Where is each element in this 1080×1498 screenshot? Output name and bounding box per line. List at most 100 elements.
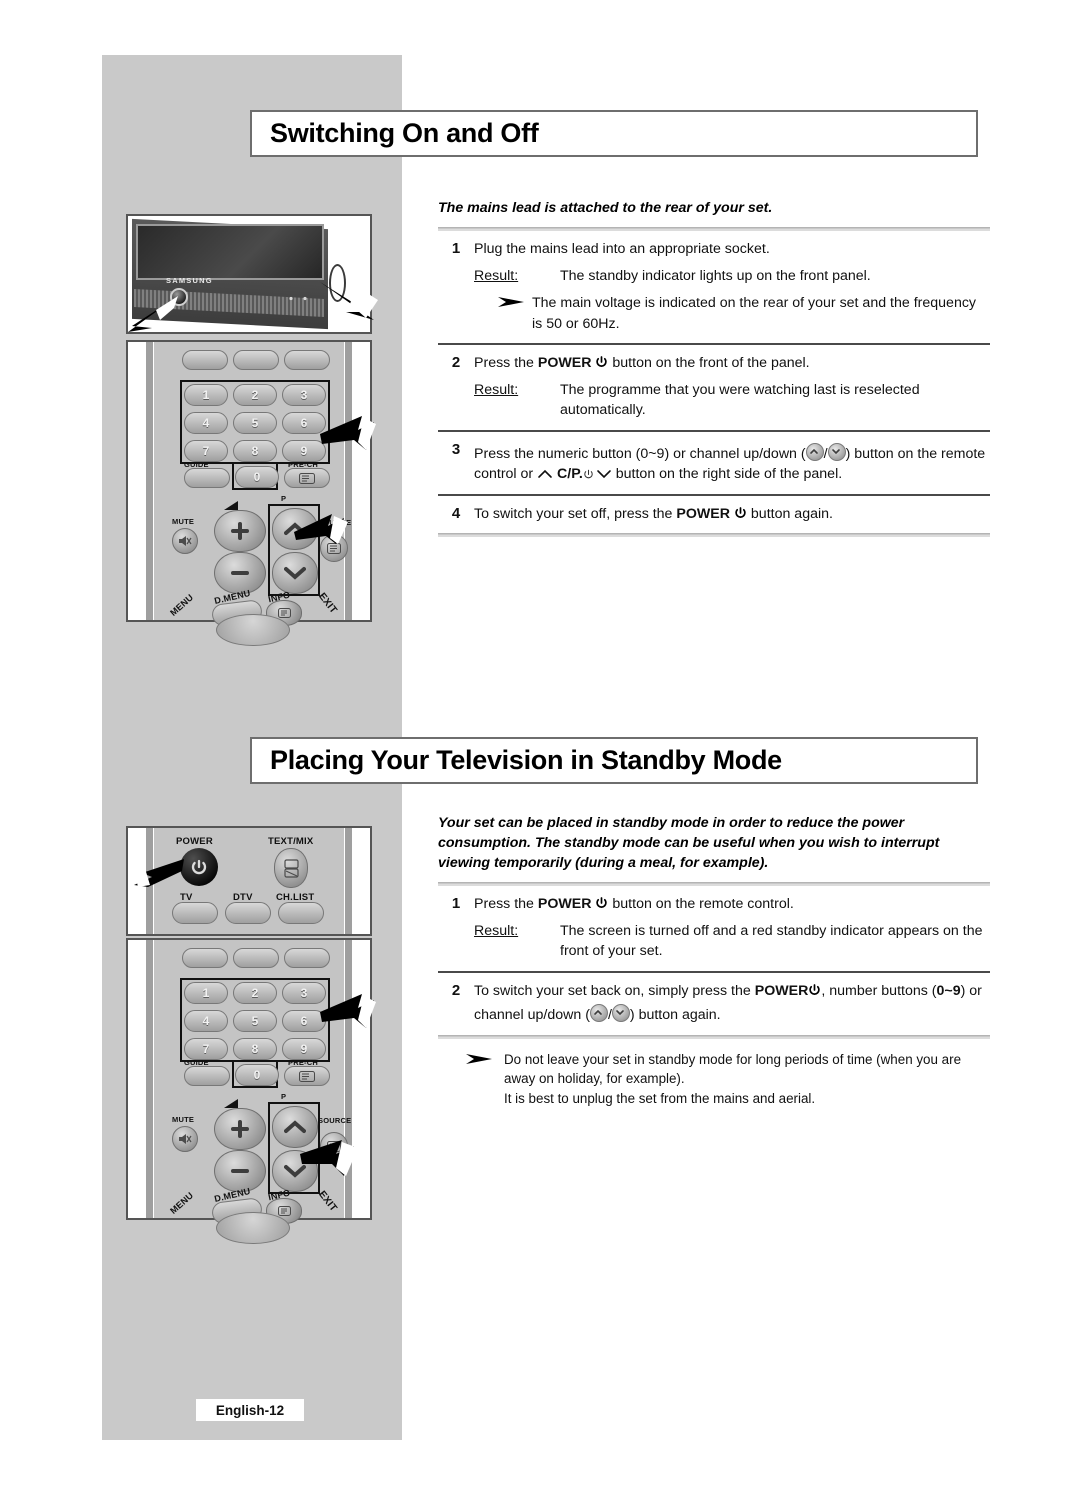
power-icon-small: [583, 466, 596, 479]
note-text: The main voltage is indicated on the rea…: [532, 295, 977, 332]
channel-down-icon: [611, 1004, 630, 1022]
section-heading-switching-on-and-off: Switching On and Off: [250, 110, 978, 157]
divider-bottom: [438, 533, 990, 537]
key-text-mix[interactable]: [274, 848, 308, 888]
step-number: 1: [451, 240, 461, 257]
label-p: P: [281, 494, 287, 503]
section-2-footnote: Do not leave your set in standby mode fo…: [438, 1039, 990, 1119]
power-icon: [734, 506, 747, 519]
key-volume-down[interactable]: [214, 552, 266, 594]
callout-arrow-to-numeric-keys: [318, 410, 378, 459]
step-text-part-5: ) button again.: [629, 1007, 721, 1023]
section-2-text-column: Your set can be placed in standby mode i…: [438, 813, 990, 1118]
key-7[interactable]: 7: [184, 440, 228, 462]
footnote-line-2: It is best to unplug the set from the ma…: [504, 1090, 816, 1106]
callout-arrow-to-power-key: [130, 855, 186, 894]
key-4[interactable]: 4: [184, 412, 228, 434]
key-8[interactable]: 8: [233, 1038, 277, 1060]
step-row: 4 To switch your set off, press the POWE…: [438, 496, 990, 534]
key-2[interactable]: 2: [233, 384, 277, 406]
label-text-mix: TEXT/MIX: [268, 836, 314, 847]
key-5[interactable]: 5: [233, 1010, 277, 1032]
step-number: 1: [451, 895, 461, 912]
dart-icon: [498, 293, 532, 334]
step-row: 2 Press the POWER button on the front of…: [438, 345, 990, 430]
step-text-part-5: the panel.: [779, 466, 843, 482]
key-mute[interactable]: [172, 1126, 198, 1152]
section-heading-text: Placing Your Television in Standby Mode: [270, 745, 782, 775]
key-1[interactable]: 1: [184, 982, 228, 1004]
chevron-up-glyph: [537, 466, 553, 482]
result-label: Result:: [474, 381, 519, 398]
cp-label: C/P.: [557, 466, 583, 482]
key-0[interactable]: 0: [235, 1064, 279, 1086]
power-icon: [595, 896, 608, 909]
key-volume-up[interactable]: [214, 1108, 266, 1150]
callout-arrow-to-channel-keys: [292, 510, 350, 553]
tv-screen: [136, 224, 324, 280]
step-note: The main voltage is indicated on the rea…: [474, 293, 990, 334]
power-word: POWER: [537, 355, 592, 371]
key-3[interactable]: 3: [282, 384, 326, 406]
label-power: POWER: [176, 836, 213, 847]
step-row: 1 Plug the mains lead into an appropriat…: [438, 231, 990, 343]
key-ch-list[interactable]: [278, 902, 324, 924]
step-row: 1 Press the POWER button on the remote c…: [438, 886, 990, 971]
step-text-after: button again.: [750, 505, 833, 522]
key-8[interactable]: 8: [233, 440, 277, 462]
step-number: 2: [451, 981, 461, 999]
key-pre-ch[interactable]: [284, 468, 330, 488]
step-text-part-1: Press the numeric button (0~9) or channe…: [474, 445, 806, 462]
key-5[interactable]: 5: [233, 412, 277, 434]
number-range: 0~9: [936, 982, 961, 999]
power-word: POWER: [537, 896, 592, 912]
section-2-intro: Your set can be placed in standby mode i…: [438, 815, 940, 871]
key-guide[interactable]: [184, 1066, 230, 1086]
power-word: POWER: [754, 982, 809, 999]
step-text: To switch your set off, press the POWER …: [474, 504, 990, 525]
step-result: Result: The standby indicator lights up …: [474, 266, 990, 287]
callout-arrow-to-led: [122, 292, 180, 341]
step-text-before: Press the: [474, 355, 534, 371]
key-1[interactable]: 1: [184, 384, 228, 406]
key-volume-up[interactable]: [214, 510, 266, 552]
key-volume-down[interactable]: [214, 1150, 266, 1192]
page-number-label: English-12: [215, 1402, 285, 1418]
key-7[interactable]: 7: [184, 1038, 228, 1060]
label-source: SOURCE: [318, 1116, 352, 1125]
key-dtv[interactable]: [225, 902, 271, 924]
chevron-down-glyph: [596, 466, 612, 482]
key-mute[interactable]: [172, 528, 198, 554]
callout-arrow-to-numeric-keys: [318, 988, 378, 1037]
samsung-logo: SAMSUNG: [166, 276, 213, 285]
channel-up-icon: [805, 442, 824, 461]
page-footer: English-12: [196, 1399, 304, 1421]
label-p: P: [281, 1092, 287, 1101]
key-guide[interactable]: [184, 468, 230, 488]
label-mute: MUTE: [172, 517, 195, 526]
step-number: 3: [451, 440, 461, 458]
key-4[interactable]: 4: [184, 1010, 228, 1032]
step-row: 3 Press the numeric button (0~9) or chan…: [438, 432, 990, 494]
step-number: 2: [451, 354, 461, 371]
step-text-after: button on the remote control.: [612, 896, 794, 912]
remote-control-illustration-top: 1 2 3 4 5 6 7 8 9 0 GUIDE PRE-CH MUTE P: [126, 340, 372, 646]
step-text-part-1: To switch your set back on, simply press…: [474, 982, 751, 999]
step-text-part-2: , number: [821, 982, 878, 999]
step-text: To switch your set back on, simply press…: [474, 981, 990, 1026]
step-text: Press the numeric button (0~9) or channe…: [474, 440, 990, 485]
step-text-part-3: buttons (: [881, 982, 937, 999]
key-2[interactable]: 2: [233, 982, 277, 1004]
power-icon: [595, 355, 608, 368]
footnote-line-1: Do not leave your set in standby mode fo…: [504, 1051, 962, 1087]
key-9[interactable]: 9: [282, 1038, 326, 1060]
key-tv[interactable]: [172, 902, 218, 924]
key-0[interactable]: 0: [235, 466, 279, 488]
result-label: Result:: [474, 922, 519, 939]
step-text-part-2: ) button: [845, 445, 894, 462]
key-pre-ch[interactable]: [284, 1066, 330, 1086]
front-sensor-dots: [288, 288, 314, 301]
callout-arrow-to-side-control: [316, 278, 382, 331]
channel-up-icon: [589, 1004, 608, 1022]
key-channel-down[interactable]: [272, 552, 318, 594]
